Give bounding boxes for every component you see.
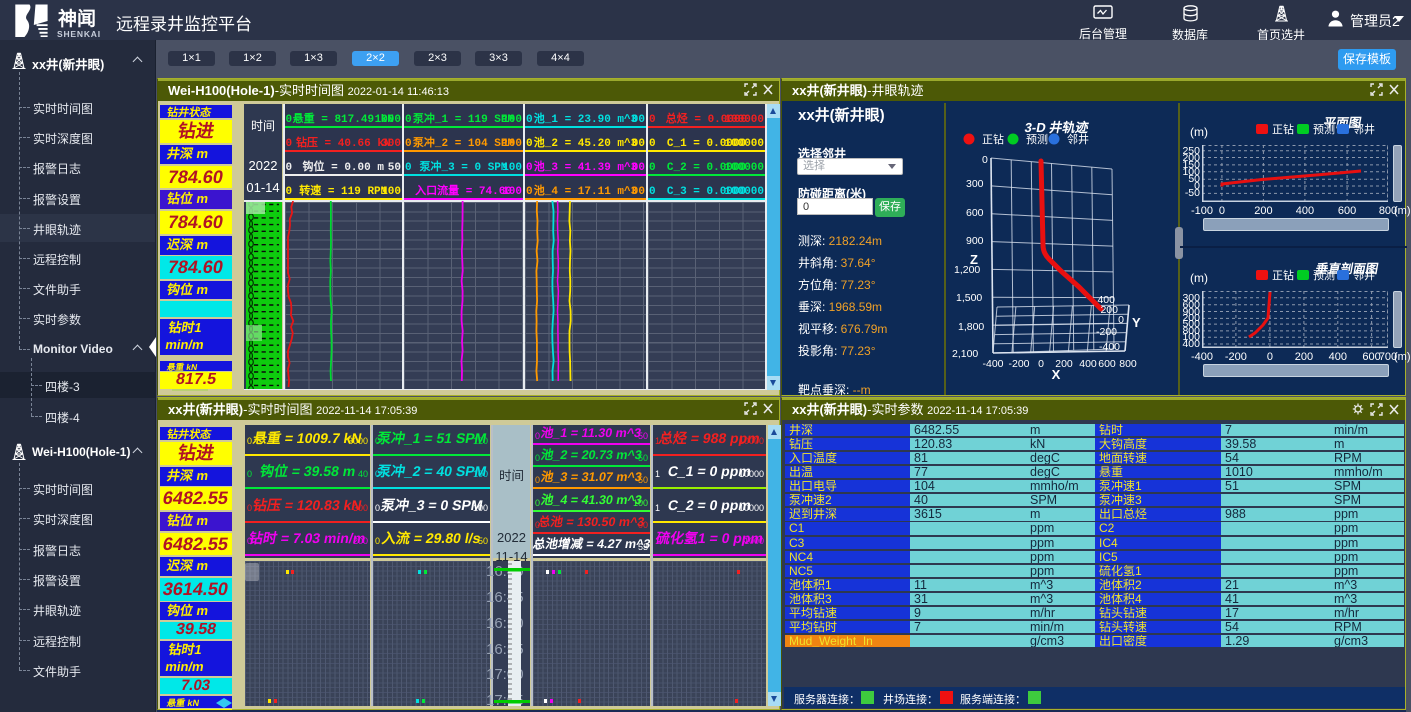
svg-text:X: X (1052, 367, 1061, 382)
svg-text:0: 0 (982, 154, 988, 166)
svg-text:0: 0 (1118, 314, 1124, 326)
svg-text:900: 900 (966, 235, 984, 247)
svg-text:600: 600 (966, 207, 984, 219)
svg-text:Z: Z (970, 252, 978, 267)
svg-text:预测: 预测 (1313, 123, 1335, 135)
svg-text:Y: Y (1132, 315, 1141, 330)
svg-text:正钻: 正钻 (1272, 269, 1294, 281)
svg-text:300: 300 (966, 178, 984, 190)
svg-text:400: 400 (1079, 358, 1097, 370)
svg-text:1,500: 1,500 (956, 292, 982, 304)
svg-text:-200: -200 (1096, 326, 1117, 338)
svg-text:0: 0 (1038, 358, 1044, 370)
svg-text:1,800: 1,800 (958, 321, 984, 333)
svg-text:-400: -400 (1099, 341, 1120, 353)
svg-text:正钻: 正钻 (1272, 123, 1294, 135)
svg-text:2,100: 2,100 (952, 348, 978, 360)
svg-text:预测: 预测 (1313, 269, 1335, 281)
svg-text:800: 800 (1119, 358, 1137, 370)
svg-text:邻井: 邻井 (1353, 269, 1375, 281)
svg-text:-400: -400 (982, 358, 1003, 370)
svg-text:-200: -200 (1008, 358, 1029, 370)
svg-text:600: 600 (1098, 358, 1116, 370)
svg-text:200: 200 (1100, 304, 1118, 316)
svg-text:邻井: 邻井 (1353, 123, 1375, 135)
